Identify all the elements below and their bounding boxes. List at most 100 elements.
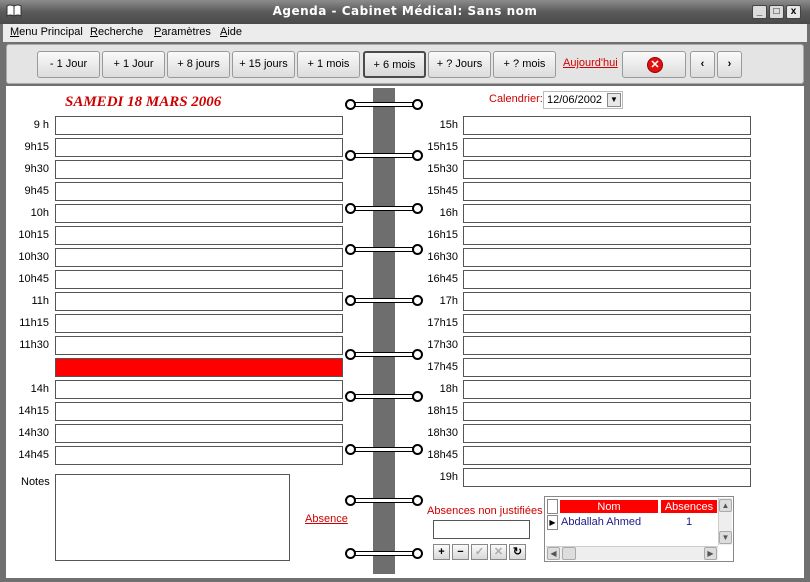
grid-header-nom[interactable]: Nom [559, 499, 659, 514]
slot-field[interactable] [55, 292, 343, 311]
slot-field[interactable] [463, 468, 751, 487]
slot-label-right: 16h15 [427, 229, 458, 241]
absences-non-justifiees-field[interactable] [433, 520, 530, 539]
app-window: Agenda - Cabinet Médical: Sans nom _ □ x… [0, 0, 810, 582]
slot-field[interactable] [55, 380, 343, 399]
calendar-label: Calendrier: [489, 93, 543, 105]
slot-label-left: 9h45 [24, 185, 49, 197]
slot-field-busy[interactable] [55, 358, 343, 377]
minus-1-day-button[interactable]: - 1 Jour [37, 51, 100, 78]
slot-field[interactable] [55, 446, 343, 465]
slot-field[interactable] [463, 138, 751, 157]
slot-field[interactable] [55, 116, 343, 135]
menu-bar: Menu Principal Recherche Paramètres Aide [3, 24, 807, 42]
previous-button[interactable]: ‹ [690, 51, 715, 78]
notes-field[interactable] [55, 474, 290, 561]
slot-field[interactable] [55, 204, 343, 223]
slot-label-right: 19h [439, 471, 458, 483]
binder-ring [345, 203, 423, 214]
menu-parametres[interactable]: Paramètres [154, 26, 211, 38]
page-title: SAMEDI 18 MARS 2006 [65, 94, 222, 110]
scroll-down-icon[interactable]: ▼ [719, 531, 732, 544]
slot-field[interactable] [463, 292, 751, 311]
row-indicator-icon: ▶ [547, 515, 558, 530]
absences-grid[interactable]: Nom Absences ▶ Abdallah Ahmed 1 ▲ ▼ ◀ ▶ [544, 496, 734, 562]
plus-1-day-button[interactable]: + 1 Jour [102, 51, 165, 78]
plus-8-days-button[interactable]: + 8 jours [167, 51, 230, 78]
slot-label-left: 10h45 [18, 273, 49, 285]
grid-header-absences[interactable]: Absences [660, 499, 718, 514]
slot-label-left: 11h15 [19, 317, 49, 329]
plus-6-months-button[interactable]: + 6 mois [363, 51, 426, 78]
slot-field[interactable] [55, 160, 343, 179]
slot-field[interactable] [55, 226, 343, 245]
minimize-button[interactable]: _ [752, 5, 767, 19]
slot-field[interactable] [463, 226, 751, 245]
menu-principal[interactable]: Menu Principal [10, 26, 83, 38]
slot-field[interactable] [463, 116, 751, 135]
slot-field[interactable] [463, 424, 751, 443]
menu-aide-label: ide [227, 26, 243, 38]
plus-n-days-button[interactable]: + ? Jours [428, 51, 491, 78]
post-record-button[interactable]: ✓ [471, 544, 488, 560]
slot-field[interactable] [463, 336, 751, 355]
plus-15-days-button[interactable]: + 15 jours [232, 51, 295, 78]
slot-label-right: 16h45 [427, 273, 458, 285]
slot-field[interactable] [55, 248, 343, 267]
slot-label-right: 18h45 [427, 449, 458, 461]
binder-ring [345, 99, 423, 110]
slot-field[interactable] [55, 270, 343, 289]
slot-field[interactable] [55, 182, 343, 201]
menu-aide[interactable]: Aide [220, 26, 242, 38]
horizontal-scrollbar[interactable]: ◀ ▶ [546, 546, 718, 560]
menu-principal-label: enu Principal [19, 26, 83, 38]
scroll-up-icon[interactable]: ▲ [719, 499, 732, 512]
cancel-record-button[interactable]: ✕ [490, 544, 507, 560]
menu-recherche-label: echerche [97, 26, 144, 38]
slot-field[interactable] [463, 314, 751, 333]
slot-field[interactable] [463, 358, 751, 377]
delete-record-button[interactable]: − [452, 544, 469, 560]
slot-field[interactable] [463, 248, 751, 267]
close-window-button[interactable]: x [786, 5, 801, 19]
chevron-down-icon[interactable]: ▼ [607, 93, 621, 107]
slot-label-left: 10h30 [18, 251, 49, 263]
slot-field[interactable] [463, 380, 751, 399]
slot-field[interactable] [55, 336, 343, 355]
menu-recherche[interactable]: Recherche [90, 26, 143, 38]
scroll-thumb[interactable] [562, 547, 576, 560]
absence-link[interactable]: Absence [305, 513, 348, 525]
binder-ring [345, 391, 423, 402]
plus-n-months-button[interactable]: + ? mois [493, 51, 556, 78]
grid-cell-nom[interactable]: Abdallah Ahmed [561, 515, 659, 530]
slot-label-right: 18h30 [427, 427, 458, 439]
slot-field[interactable] [55, 314, 343, 333]
slot-field[interactable] [463, 160, 751, 179]
slot-field[interactable] [55, 138, 343, 157]
slot-field[interactable] [463, 204, 751, 223]
vertical-scrollbar[interactable]: ▲ ▼ [718, 498, 732, 545]
notes-label: Notes [21, 476, 50, 488]
slot-field[interactable] [463, 182, 751, 201]
slot-label-right: 18h [439, 383, 458, 395]
slot-field[interactable] [463, 270, 751, 289]
today-link[interactable]: Aujourd'hui [563, 51, 618, 78]
calendar-date-picker[interactable]: 12/06/2002 ▼ [543, 91, 623, 109]
slot-label-left: 14h [30, 383, 49, 395]
slot-field[interactable] [55, 424, 343, 443]
refresh-records-button[interactable]: ↻ [509, 544, 526, 560]
slot-label-left: 10h15 [18, 229, 49, 241]
grid-cell-absences[interactable]: 1 [660, 515, 718, 530]
next-button[interactable]: › [717, 51, 742, 78]
title-bar[interactable]: Agenda - Cabinet Médical: Sans nom _ □ x [0, 0, 810, 24]
plus-1-month-button[interactable]: + 1 mois [297, 51, 360, 78]
scroll-left-icon[interactable]: ◀ [547, 547, 560, 560]
slot-field[interactable] [463, 446, 751, 465]
slot-field[interactable] [463, 402, 751, 421]
slot-field[interactable] [55, 402, 343, 421]
maximize-button[interactable]: □ [769, 5, 784, 19]
binder-ring [345, 444, 423, 455]
add-record-button[interactable]: + [433, 544, 450, 560]
scroll-right-icon[interactable]: ▶ [704, 547, 717, 560]
cancel-button[interactable]: ✕ [622, 51, 686, 78]
